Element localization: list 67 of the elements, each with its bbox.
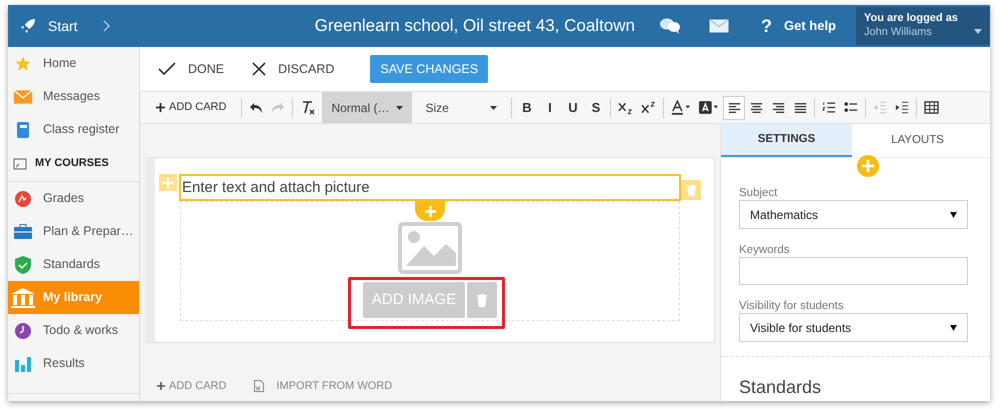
chart-circle-icon [14,190,32,208]
numbered-list-icon [822,101,836,114]
select-field[interactable]: Mathematics [739,200,968,229]
briefcase-icon [13,224,33,240]
select-field[interactable]: Visible for students [739,313,968,342]
field-label: Visibility for students [739,299,845,313]
field-label: Subject [739,186,778,200]
style-dropdown[interactable]: Size [416,92,506,123]
plus-icon [424,206,436,216]
section-title: Standards [738,376,822,399]
caret-down-icon [950,212,957,218]
bulleted-list-icon [844,101,858,114]
subscript-icon [618,100,634,114]
undo-icon [249,102,264,114]
clock-icon [14,322,32,340]
rocket-icon [20,18,36,34]
plus-icon [157,382,165,390]
text-color-icon [671,100,692,115]
align-right-icon [772,102,785,114]
background-color-icon [699,100,720,115]
style-dropdown[interactable]: Normal (… [322,92,412,123]
add-card-button[interactable]: ADD CARD [156,99,226,116]
trash-icon [686,184,696,196]
school-name: Greenlearn school, Oil street 43, Coaltown [314,15,635,38]
toolbar-button[interactable] [723,96,746,120]
user-menu[interactable]: You are logged as John Williams [856,7,990,45]
discard-button[interactable]: DISCARD [252,60,334,78]
start-button[interactable]: Start [8,5,140,47]
move-icon [162,176,174,188]
caret-down-icon [396,106,404,110]
help-button[interactable]: ? Get help [748,12,848,40]
caret-down-icon [974,29,982,34]
drag-handle[interactable] [159,174,177,191]
redo-icon [271,102,286,114]
star-icon [14,54,32,72]
align-left-icon [728,102,741,114]
chat-bubbles-icon [658,17,681,35]
section-heading: MY COURSES [35,156,109,172]
plus-icon [156,103,165,112]
image-placeholder-icon [398,222,462,274]
justify-icon [794,102,807,114]
trash-icon [477,294,487,306]
superscript-icon [641,100,656,114]
envelope-icon [13,88,33,104]
notebook-icon [16,120,30,138]
text-field[interactable]: Enter text and attach picture [179,174,681,201]
keywords-field[interactable] [739,257,968,285]
bar-chart-icon [14,356,32,372]
close-icon [252,62,266,76]
document-icon [254,380,264,392]
envelope-icon [708,19,729,33]
clear-formatting-icon [300,100,316,116]
board-icon [13,158,27,170]
indent-icon [895,101,910,114]
checkmark-icon [158,62,176,76]
shield-icon [14,254,32,274]
table-icon [924,101,940,114]
align-center-icon [750,102,763,114]
field-label: Keywords [739,243,790,257]
columns-building-icon [10,286,36,308]
chevron-right-icon [102,20,110,32]
caret-down-icon [490,106,498,110]
panel-tab[interactable]: SETTINGS [721,124,852,157]
done-button[interactable]: DONE [158,60,224,78]
add-circle-icon [857,155,879,177]
caret-down-icon [950,324,957,330]
outdent-icon [873,101,888,114]
